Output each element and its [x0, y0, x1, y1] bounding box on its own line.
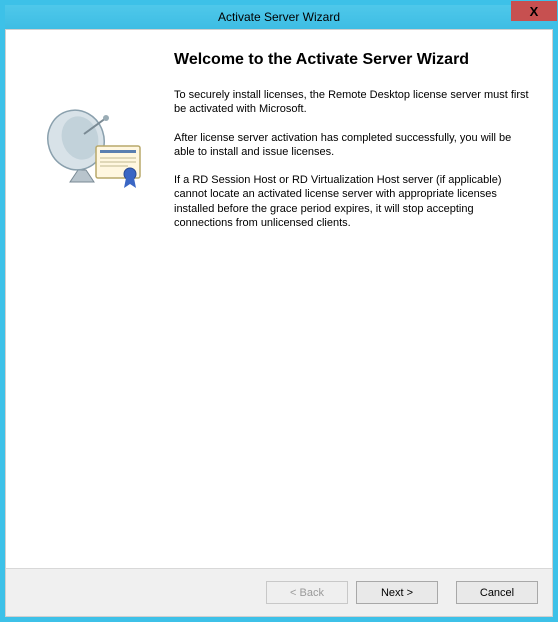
window-title: Activate Server Wizard: [218, 10, 340, 24]
next-button[interactable]: Next >: [356, 581, 438, 604]
close-button[interactable]: X: [511, 1, 557, 21]
intro-paragraph-2: After license server activation has comp…: [174, 131, 530, 160]
back-button: < Back: [266, 581, 348, 604]
titlebar: Activate Server Wizard X: [5, 5, 553, 29]
main-text-area: Welcome to the Activate Server Wizard To…: [168, 50, 530, 558]
button-bar: < Back Next > Cancel: [6, 568, 552, 616]
satellite-license-icon: [36, 98, 146, 188]
page-heading: Welcome to the Activate Server Wizard: [174, 50, 530, 70]
content-area: Welcome to the Activate Server Wizard To…: [6, 30, 552, 568]
wizard-body: Welcome to the Activate Server Wizard To…: [5, 29, 553, 617]
close-icon: X: [530, 4, 539, 19]
sidebar-illustration-area: [18, 50, 168, 558]
wizard-window: Activate Server Wizard X: [0, 0, 558, 622]
cancel-button[interactable]: Cancel: [456, 581, 538, 604]
intro-paragraph-1: To securely install licenses, the Remote…: [174, 88, 530, 117]
intro-paragraph-3: If a RD Session Host or RD Virtualizatio…: [174, 173, 530, 230]
